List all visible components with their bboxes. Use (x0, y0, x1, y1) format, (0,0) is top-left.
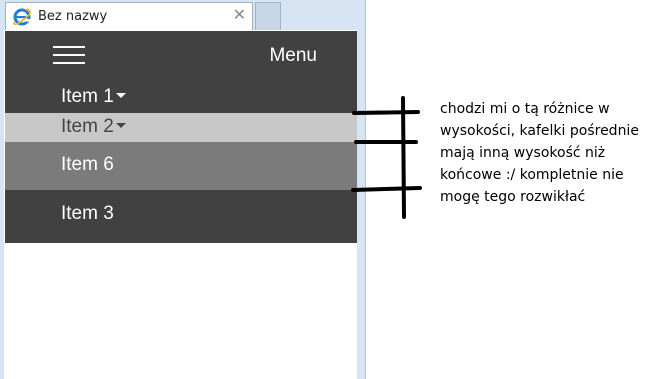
nav-item-label: Item 6 (61, 154, 114, 175)
hamburger-menu-icon[interactable] (53, 46, 85, 66)
hamburger-line (53, 54, 85, 56)
menu-title[interactable]: Menu (269, 45, 317, 67)
nav-item-text: Item 1 (61, 86, 114, 107)
new-tab-button[interactable] (255, 2, 281, 30)
nav-item-1[interactable]: Item 1 (5, 83, 357, 113)
caret-down-icon (115, 93, 126, 99)
hamburger-line (53, 46, 85, 48)
tab-strip: Bez nazwy ✕ (0, 0, 366, 30)
nav-item-label: Item 1 (61, 86, 126, 108)
nav-item-6[interactable]: Item 6 (5, 142, 357, 190)
hamburger-line (53, 62, 85, 64)
tab-title: Bez nazwy (38, 9, 108, 24)
annotation-marker-lines (351, 96, 422, 219)
navbar-header: Menu (5, 31, 357, 81)
screenshot-root: Bez nazwy ✕ Menu Item 1 Item 2 Item 6 It… (0, 0, 652, 379)
browser-tab[interactable]: Bez nazwy ✕ (5, 2, 253, 30)
internet-explorer-icon (13, 8, 31, 26)
nav-item-label: Item 2 (61, 116, 126, 138)
nav-item-label: Item 3 (61, 203, 114, 224)
nav-item-text: Item 2 (61, 116, 114, 137)
close-icon[interactable]: ✕ (233, 6, 246, 24)
nav-item-3[interactable]: Item 3 (5, 190, 357, 243)
navbar: Menu Item 1 Item 2 Item 6 Item 3 (5, 31, 357, 243)
caret-down-icon (115, 123, 126, 129)
annotation-note: chodzi mi o tą różnice w wysokości, kafe… (440, 101, 639, 205)
nav-item-2[interactable]: Item 2 (5, 113, 357, 142)
